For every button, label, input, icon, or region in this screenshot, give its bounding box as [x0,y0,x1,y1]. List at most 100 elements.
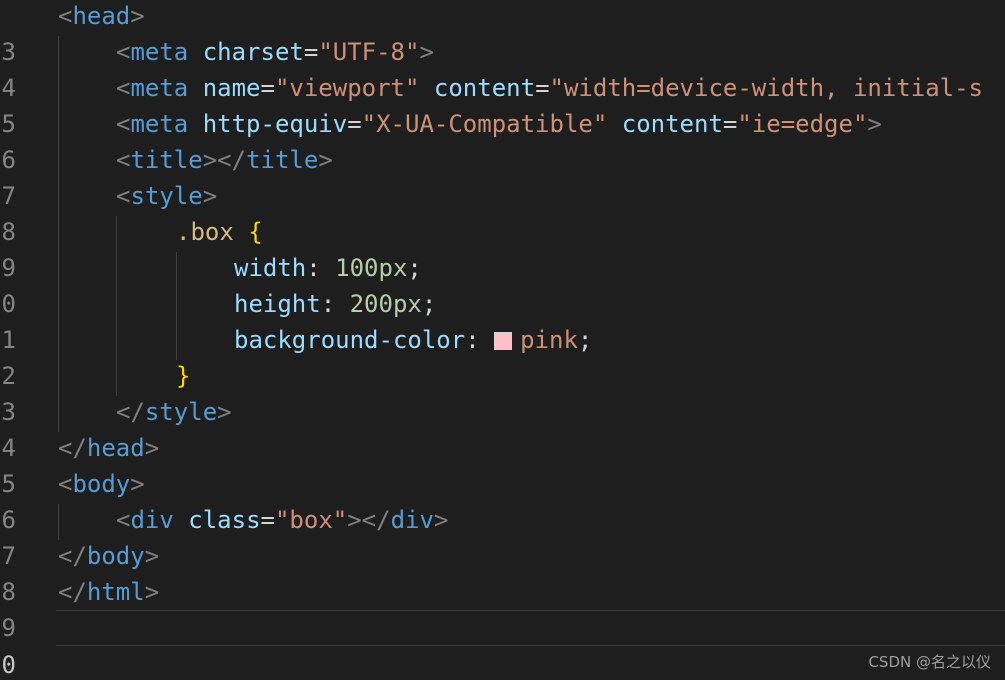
watermark: CSDN @名之以仪 [868,653,991,671]
token-tag: head [72,2,131,30]
token-bracket: > [318,146,333,174]
token-selector: .box [176,218,234,246]
token-bracket: > [144,578,160,606]
token-brace: { [248,218,263,246]
code-line[interactable]: 3 <head> [0,0,1005,66]
token-property: height [234,290,321,318]
code-line[interactable]: 7 <title></title> [0,142,1005,210]
token-attr: name [202,74,261,102]
token-bracket: > [144,434,160,462]
token-bracket: </ [116,398,145,426]
token-bracket: < [116,506,131,534]
token-bracket: > [217,398,232,426]
code-line[interactable]: 5 <meta name="viewport" content="width=d… [0,70,1005,138]
token-bracket: < [116,110,131,138]
token-string: "ie=edge" [737,110,868,138]
code-line[interactable]: 8 </body> [0,538,1005,606]
token-bracket: < [116,74,131,102]
token-tag: div [130,506,174,534]
token-bracket: </ [58,434,87,462]
token-string: "viewport" [274,74,420,102]
token-tag: title [130,146,203,174]
token-bracket: > [433,506,449,534]
token-bracket: </ [58,542,87,570]
token-bracket: < [58,470,73,498]
token-string: "width=device-width, initial-s [549,74,983,102]
token-bracket: > [202,182,218,210]
code-line[interactable]: 5 </head> [0,430,1005,498]
token-property: background-color [234,326,466,354]
token-attr: class [188,506,261,534]
code-line[interactable]: 9 </html> [0,574,1005,642]
token-bracket: ></ [347,506,391,534]
token-semicolon: ; [577,326,593,354]
code-line[interactable]: 1 height: 200px; [0,286,1005,354]
token-attr: content [433,74,536,102]
token-semicolon: ; [421,290,437,318]
token-bracket: > [130,2,145,30]
token-value: pink [520,326,578,354]
code-line[interactable]: 7 <div class="box"></div> [0,502,1005,570]
token-bracket: > [419,38,434,66]
token-string: "X-UA-Compatible" [361,110,608,138]
line-number: 0 [1,651,16,679]
token-tag: style [144,398,218,426]
color-swatch-icon[interactable] [494,332,513,350]
token-equals: = [347,110,362,138]
code-editor[interactable]: 3 <head> 4 <meta charset="UTF-8"> 5 <met… [0,0,1005,680]
token-equals: = [535,74,550,102]
token-bracket: < [116,146,131,174]
token-string: "box" [274,506,348,534]
token-bracket: > [867,110,882,138]
token-tag: title [246,146,319,174]
token-equals: = [260,506,275,534]
code-line[interactable]: 8 <style> [0,178,1005,246]
code-line[interactable]: 4 </style> [0,394,1005,462]
token-tag: div [390,506,434,534]
token-colon: : [465,326,495,354]
token-tag: meta [130,74,189,102]
line-number: 9 [1,614,16,642]
code-line[interactable]: 9 .box { [0,214,1005,282]
token-equals: = [722,110,738,138]
code-line[interactable]: 2 background-color: pink; [0,322,1005,390]
token-tag: style [130,182,203,210]
token-property: width [234,254,307,282]
token-equals: = [260,74,275,102]
token-colon: : [320,290,350,318]
token-bracket: > [130,470,145,498]
token-attr: charset [202,38,304,66]
token-attr: http-equiv [202,110,348,138]
token-tag: body [86,542,145,570]
token-bracket: </ [58,578,87,606]
token-bracket: < [116,38,131,66]
token-number: 100px [335,254,408,282]
token-tag: body [72,470,131,498]
code-line[interactable]: 4 <meta charset="UTF-8"> [0,34,1005,102]
token-colon: : [306,254,336,282]
token-tag: html [86,578,145,606]
token-bracket: > [144,542,160,570]
token-number: 200px [349,290,422,318]
token-tag: meta [130,38,189,66]
code-line[interactable]: 6 <body> [0,466,1005,534]
code-line[interactable]: 6 <meta http-equiv="X-UA-Compatible" con… [0,106,1005,174]
token-bracket: < [58,2,73,30]
token-equals: = [303,38,319,66]
token-semicolon: ; [407,254,422,282]
token-tag: meta [130,110,189,138]
token-brace: } [176,362,191,390]
token-string: "UTF-8" [318,38,420,66]
code-line[interactable]: 0 width: 100px; [0,250,1005,318]
token-bracket: < [116,182,131,210]
token-attr: content [621,110,723,138]
code-line[interactable]: 3 } [0,358,1005,426]
current-line[interactable]: 0 [2,610,1005,679]
